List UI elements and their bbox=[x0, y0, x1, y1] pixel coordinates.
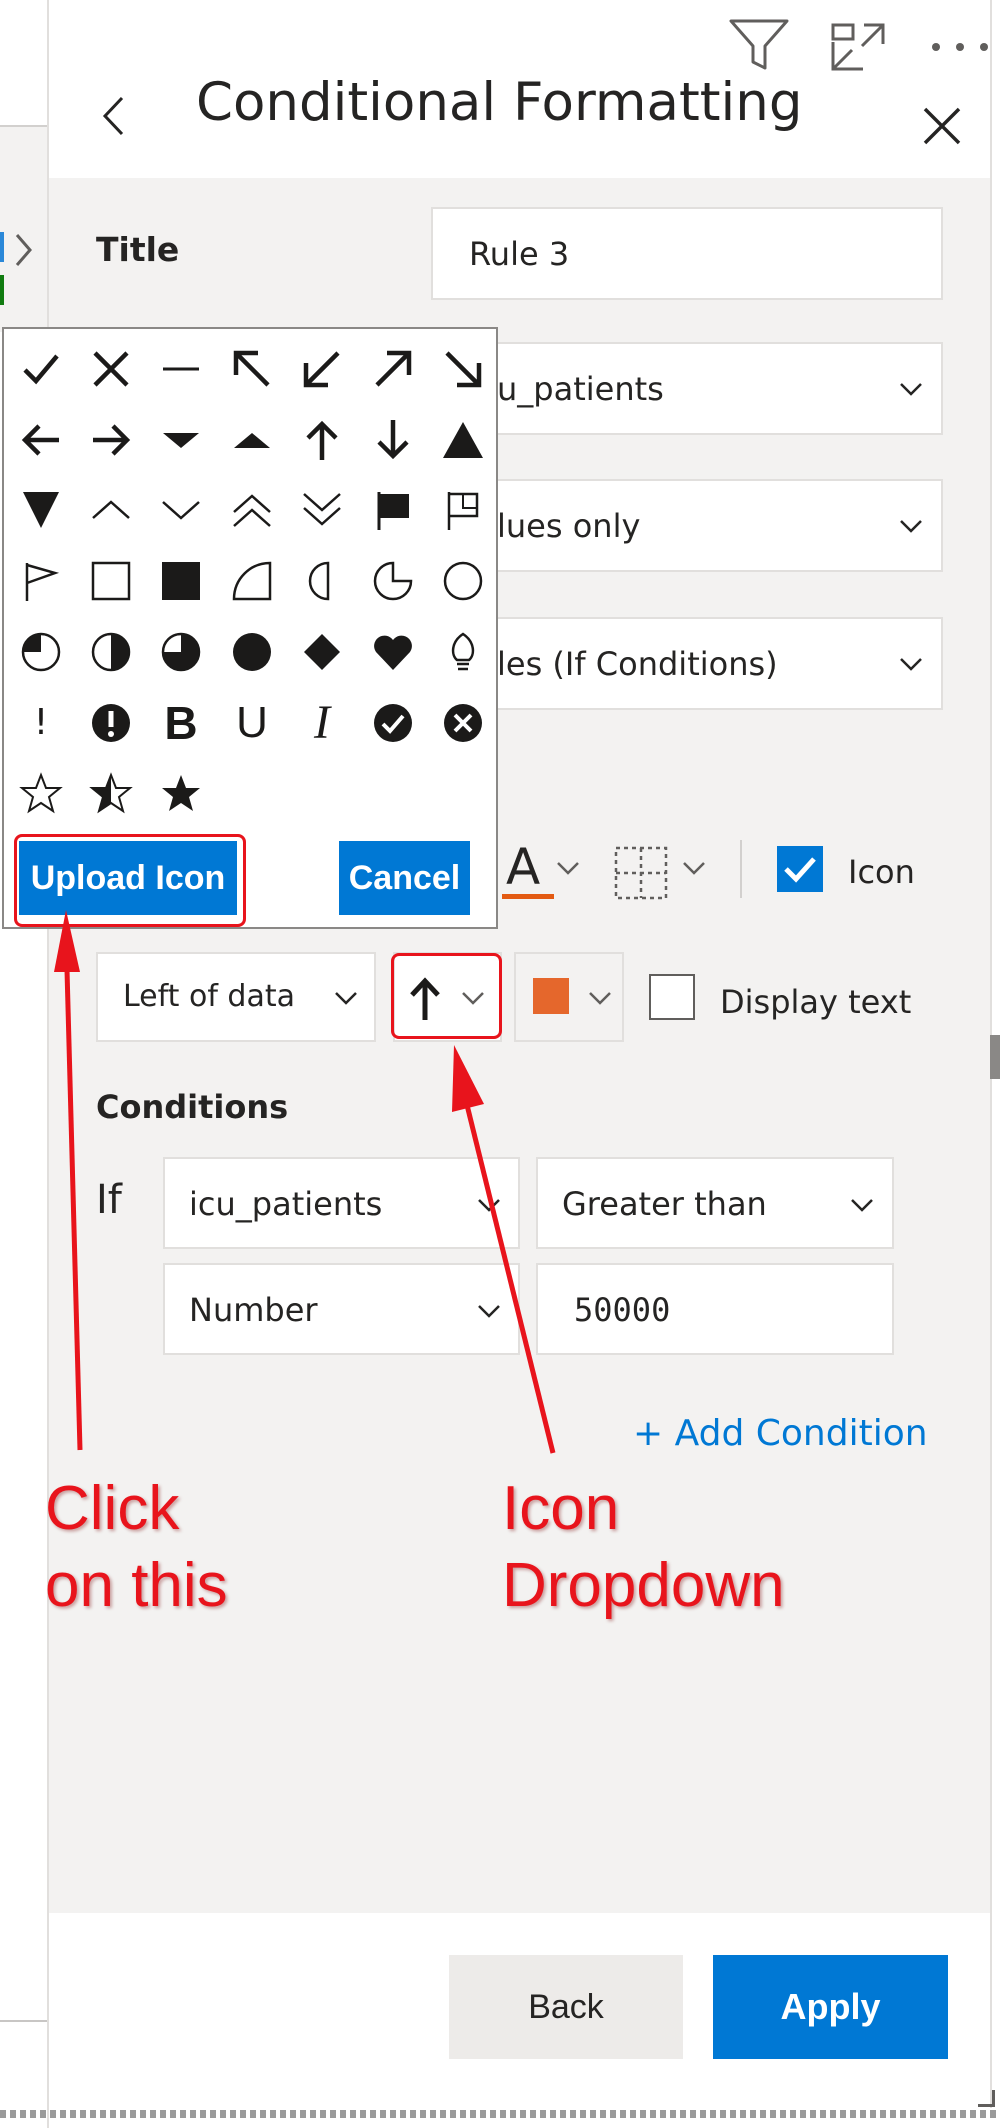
annotation-right-line1: Icon bbox=[502, 1474, 620, 1543]
annotation-right-line2: Dropdown bbox=[502, 1551, 785, 1620]
annotation-arrowhead-left bbox=[54, 910, 80, 972]
annotation-left-line1: Click bbox=[45, 1474, 180, 1543]
annotation-arrow-right bbox=[464, 1104, 556, 1454]
annotation-arrows bbox=[54, 910, 556, 1454]
annotation-right: Icon Dropdown bbox=[502, 1470, 785, 1624]
annotation-left-line2: on this bbox=[45, 1551, 228, 1620]
annotation-arrow-left bbox=[64, 969, 83, 1451]
annotation-arrowhead-right bbox=[452, 1045, 484, 1112]
annotation-left: Click on this bbox=[45, 1470, 228, 1624]
